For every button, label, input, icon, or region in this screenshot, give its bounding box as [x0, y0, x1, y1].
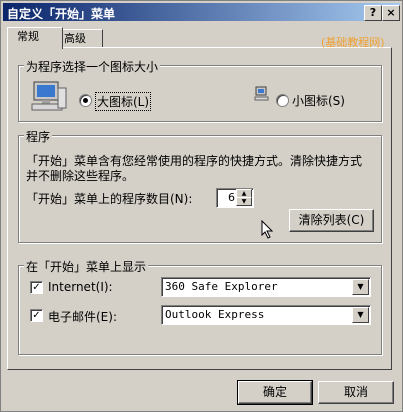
programs-group-title: 程序: [24, 128, 53, 145]
title-bar[interactable]: 自定义「开始」菜单 ? ×: [3, 3, 400, 21]
internet-checkbox[interactable]: ✓: [30, 281, 43, 294]
window-title: 自定义「开始」菜单: [7, 7, 116, 21]
customize-start-menu-dialog: 自定义「开始」菜单 ? × 常规 高级 (基础教程网) 为程序选择一个图标大小 …: [0, 0, 403, 412]
close-button[interactable]: ×: [382, 5, 400, 21]
large-computer-icon: [31, 81, 67, 111]
icon-size-group-title: 为程序选择一个图标大小: [24, 58, 161, 75]
program-count-stepper[interactable]: 6 ▲ ▼: [216, 188, 254, 208]
small-icon-label[interactable]: 小图标(S): [292, 92, 345, 109]
watermark: (基础教程网): [321, 36, 385, 49]
chevron-down-icon[interactable]: ▼: [352, 307, 369, 323]
small-icon-radio[interactable]: [276, 94, 289, 107]
tab-general-label: 常规: [17, 30, 39, 43]
internet-browser-select[interactable]: 360 Safe Explorer ▼: [161, 277, 371, 297]
large-icon-label[interactable]: 大图标(L): [95, 92, 152, 111]
program-count-value: 6: [228, 191, 235, 204]
small-computer-icon: [254, 86, 269, 101]
email-client-select[interactable]: Outlook Express ▼: [161, 305, 371, 325]
large-icon-radio[interactable]: [79, 94, 92, 107]
show-group-title: 在「开始」菜单上显示: [24, 258, 149, 275]
help-button[interactable]: ?: [364, 5, 382, 21]
tab-panel-general: (基础教程网) 为程序选择一个图标大小 大图标(L) 小图标(S) 程序 「开始…: [7, 36, 392, 370]
internet-label[interactable]: Internet(I):: [48, 280, 113, 294]
email-label[interactable]: 电子邮件(E):: [48, 308, 117, 325]
tab-advanced[interactable]: 高级: [59, 29, 103, 48]
programs-description-line2: 并不删除这些程序。: [26, 169, 135, 183]
clear-list-button[interactable]: 清除列表(C): [289, 209, 374, 232]
chevron-down-icon[interactable]: ▼: [352, 279, 369, 295]
program-count-label: 「开始」菜单上的程序数目(N):: [26, 192, 193, 206]
email-checkbox[interactable]: ✓: [30, 309, 43, 322]
mouse-cursor-icon: [261, 220, 274, 239]
internet-browser-value: 360 Safe Explorer: [165, 280, 278, 293]
spin-down-icon[interactable]: ▼: [236, 197, 252, 206]
tab-general[interactable]: 常规: [7, 27, 63, 49]
cancel-button[interactable]: 取消: [318, 381, 394, 404]
tab-advanced-label: 高级: [64, 32, 86, 45]
ok-button[interactable]: 确定: [237, 380, 313, 405]
email-client-value: Outlook Express: [165, 308, 265, 321]
